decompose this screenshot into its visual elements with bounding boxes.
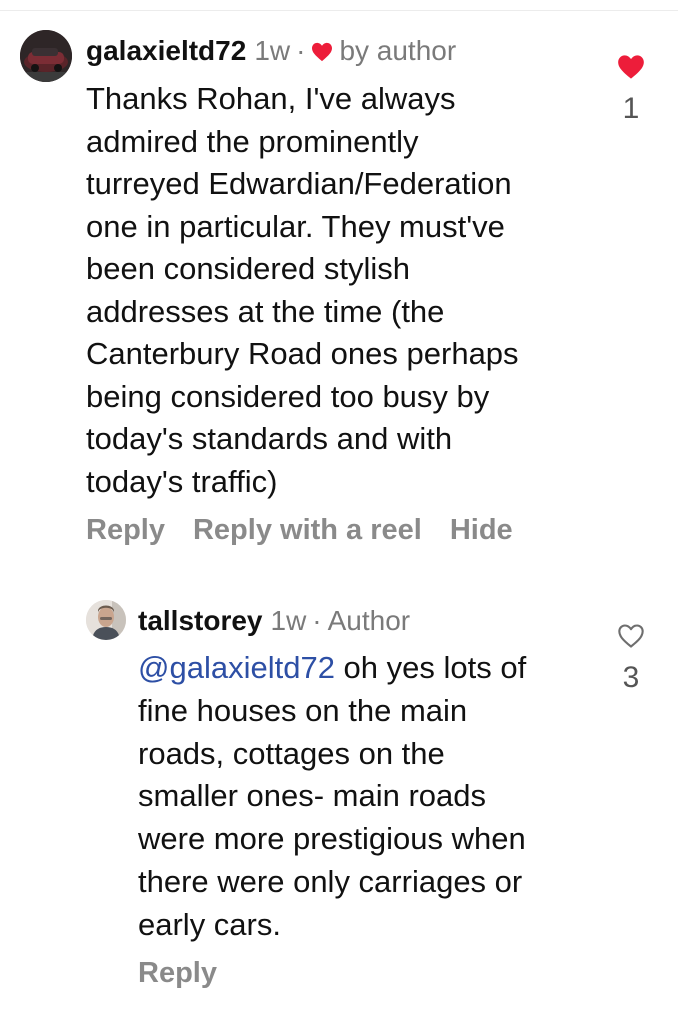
like-control: 1 — [611, 54, 651, 126]
comment-line: being considered too busy by — [86, 378, 490, 414]
comment-line: roads, cottages on the — [138, 735, 445, 771]
comment-text: @galaxieltd72 oh yes lots of fine houses… — [138, 647, 588, 947]
comment-line: early cars. — [138, 906, 281, 942]
comment-line: Canterbury Road ones perhaps — [86, 336, 519, 371]
heart-outline-icon[interactable] — [617, 623, 645, 649]
comment-header: tallstorey 1w · Author — [138, 601, 410, 641]
comment-actions: Reply Reply with a reel Hide — [86, 514, 513, 547]
avatar-photo — [86, 600, 126, 640]
comment-line-text: oh yes lots of — [334, 650, 527, 685]
comment-line: been considered stylish — [86, 251, 410, 286]
like-count[interactable]: 3 — [623, 661, 640, 695]
comment-actions: Reply — [138, 957, 217, 990]
avatar[interactable] — [86, 600, 126, 640]
heart-filled-icon — [311, 42, 333, 62]
comment-line: today's standards and with — [86, 421, 453, 456]
comment-line: one in particular. They must've — [86, 208, 505, 244]
hide-button[interactable]: Hide — [450, 514, 513, 547]
comment-line: @galaxieltd72 oh yes lots of — [138, 647, 588, 690]
comment-line: admired the prominently — [86, 123, 419, 159]
timestamp[interactable]: 1w — [254, 35, 290, 67]
comment-line: addresses at the time (the — [86, 293, 445, 329]
like-count[interactable]: 1 — [623, 92, 640, 126]
comment-line: there were only carriages or — [138, 863, 523, 899]
comment-line: smaller ones- main roads — [138, 778, 487, 814]
avatar-photo — [20, 30, 72, 82]
timestamp[interactable]: 1w — [271, 605, 307, 637]
heart-filled-icon[interactable] — [617, 54, 645, 80]
mention-link[interactable]: @galaxieltd72 — [138, 650, 335, 685]
comment-text: Thanks Rohan, I've always admired the pr… — [86, 78, 586, 503]
username[interactable]: galaxieltd72 — [86, 35, 246, 67]
top-divider — [0, 10, 678, 11]
avatar[interactable] — [20, 30, 72, 82]
author-badge: Author — [327, 605, 411, 636]
separator: · — [296, 35, 306, 66]
comment-header: galaxieltd72 1w · by author — [86, 31, 456, 71]
comment-line: fine houses on the main — [138, 692, 468, 728]
like-control: 3 — [611, 623, 651, 695]
reply-button[interactable]: Reply — [86, 514, 165, 547]
comment-line: were more prestigious when — [138, 821, 526, 857]
separator: · — [312, 605, 322, 636]
username[interactable]: tallstorey — [138, 605, 263, 637]
comment-line: Thanks Rohan, I've always — [86, 81, 456, 116]
comment-line: today's traffic) — [86, 463, 278, 499]
comment-line: turreyed Edwardian/Federation — [86, 166, 512, 201]
liked-by-author-label: by author — [339, 35, 457, 66]
reply-button[interactable]: Reply — [138, 957, 217, 990]
reply-with-reel-button[interactable]: Reply with a reel — [193, 514, 422, 547]
